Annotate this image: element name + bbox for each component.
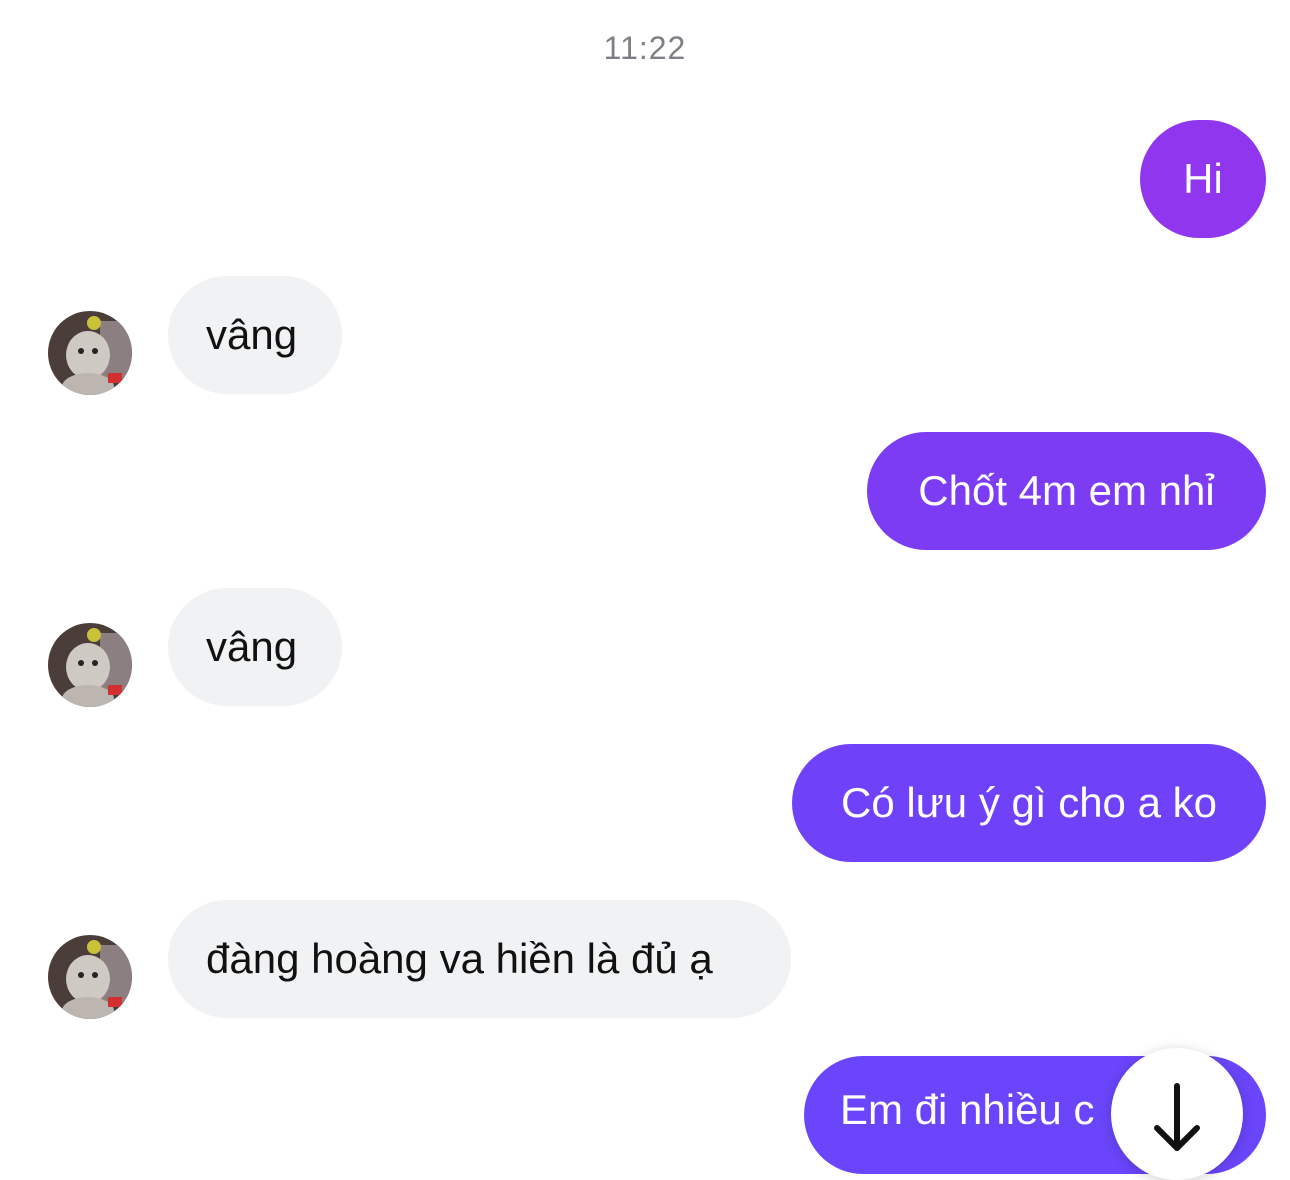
outgoing-message-bubble[interactable]: Hi: [1140, 120, 1266, 238]
scroll-to-bottom-button[interactable]: [1111, 1048, 1243, 1180]
incoming-message-bubble[interactable]: vâng: [168, 276, 342, 394]
incoming-message-bubble[interactable]: vâng: [168, 588, 342, 706]
message-text: Chốt 4m em nhỉ: [918, 467, 1215, 514]
contact-avatar[interactable]: [48, 311, 132, 395]
contact-avatar[interactable]: [48, 623, 132, 707]
message-text: Hi: [1183, 155, 1223, 202]
message-text: vâng: [206, 623, 298, 670]
message-text: vâng: [206, 311, 298, 358]
outgoing-message-bubble[interactable]: Có lưu ý gì cho a ko: [792, 744, 1266, 862]
arrow-down-icon: [1154, 1083, 1200, 1151]
message-text: Có lưu ý gì cho a ko: [841, 779, 1217, 826]
message-timestamp: 11:22: [603, 30, 687, 66]
incoming-message-bubble[interactable]: đàng hoàng va hiền là đủ ạ: [168, 900, 791, 1018]
message-text: Em đi nhiều c: [840, 1086, 1095, 1133]
message-text: đàng hoàng va hiền là đủ ạ: [206, 935, 713, 982]
contact-avatar[interactable]: [48, 935, 132, 1019]
outgoing-message-bubble[interactable]: Chốt 4m em nhỉ: [867, 432, 1266, 550]
